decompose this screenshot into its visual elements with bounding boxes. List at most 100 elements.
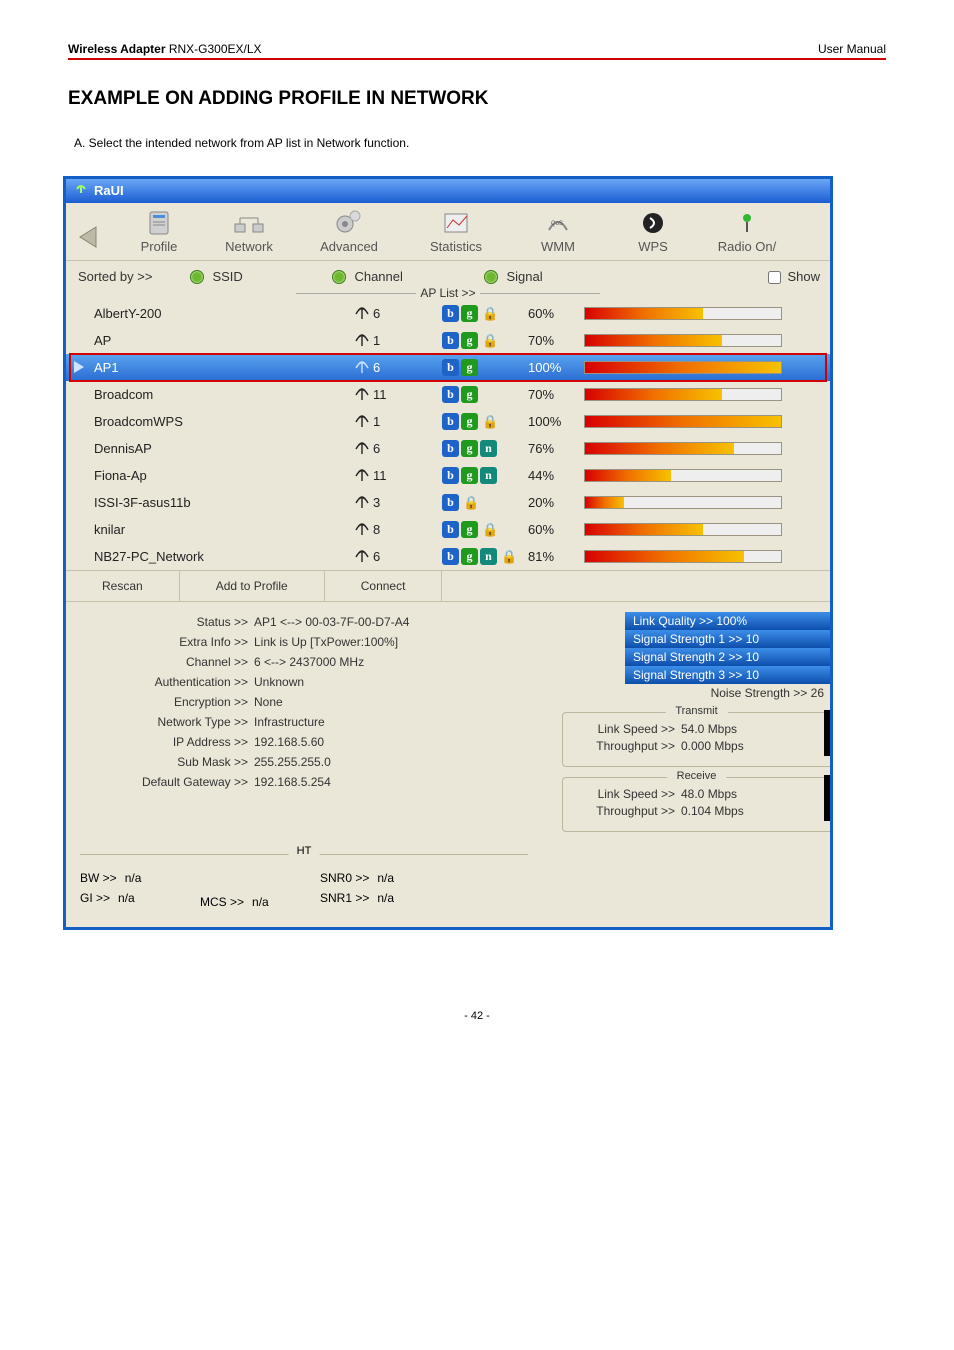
tab-wps-label: WPS	[638, 239, 668, 254]
ap-row[interactable]: Broadcom11bg70%	[66, 381, 830, 408]
status-value: 255.255.255.0	[254, 755, 331, 769]
status-key: Encryption >>	[66, 695, 254, 709]
ap-channel: 11	[354, 386, 442, 403]
mode-g-icon: g	[461, 521, 478, 538]
ap-signal-bar	[584, 523, 830, 536]
ap-signal-bar	[584, 334, 830, 347]
ap-signal-pct: 70%	[528, 333, 584, 348]
mode-b-icon: b	[442, 386, 459, 403]
ap-signal-bar	[584, 496, 830, 509]
ht-legend: HT	[289, 845, 320, 857]
quality-badge: Signal Strength 3 >> 10	[625, 666, 830, 684]
lock-icon: 🔒	[482, 306, 498, 322]
tx-throughput-label: Throughput >>	[571, 739, 681, 753]
app-icon	[74, 182, 88, 199]
ap-modes: b🔒	[442, 494, 528, 511]
ap-row[interactable]: Fiona-Ap11bgn44%	[66, 462, 830, 489]
ap-modes: bgn	[442, 440, 528, 457]
ap-signal-bar	[584, 469, 830, 482]
ap-row[interactable]: AP16bg100%	[66, 354, 830, 381]
status-key: Status >>	[66, 615, 254, 629]
tab-network[interactable]: Network	[204, 206, 294, 260]
sort-ssid-radio[interactable]	[190, 270, 204, 284]
ap-ssid: knilar	[94, 522, 354, 537]
rx-speed-value: 48.0 Mbps	[681, 787, 737, 801]
ht-gi-value: n/a	[118, 891, 135, 905]
header-right: User Manual	[818, 42, 886, 56]
mode-g-icon: g	[461, 467, 478, 484]
ht-mcs-value: n/a	[252, 895, 269, 909]
ap-list-header: AP List >>	[66, 286, 830, 300]
ap-row[interactable]: AlbertY-2006bg🔒60%	[66, 300, 830, 327]
sort-channel-radio[interactable]	[332, 270, 346, 284]
transmit-legend: Transmit	[665, 705, 727, 717]
receive-legend: Receive	[667, 770, 727, 782]
sort-row: Sorted by >> SSID Channel Signal Show	[66, 261, 830, 284]
tab-wmm[interactable]: QoS WMM	[508, 206, 608, 260]
quality-badge: Signal Strength 1 >> 10	[625, 630, 830, 648]
tx-throughput-value: 0.000 Mbps	[681, 739, 744, 753]
ap-signal-pct: 60%	[528, 522, 584, 537]
mode-n-icon: n	[480, 467, 497, 484]
status-left: Status >>AP1 <--> 00-03-7F-00-D7-A4Extra…	[66, 612, 554, 832]
add-to-profile-button[interactable]: Add to Profile	[180, 571, 325, 601]
ap-signal-pct: 70%	[528, 387, 584, 402]
page-number: - 42 -	[68, 1010, 886, 1022]
tab-radio[interactable]: Radio On/	[698, 206, 796, 260]
ap-channel: 1	[354, 332, 442, 349]
ap-ssid: ISSI-3F-asus11b	[94, 495, 354, 510]
status-value: 6 <--> 2437000 MHz	[254, 655, 364, 669]
rescan-button[interactable]: Rescan	[66, 571, 180, 601]
tab-wmm-label: WMM	[541, 239, 575, 254]
lock-icon: 🔒	[482, 522, 498, 538]
mode-b-icon: b	[442, 521, 459, 538]
tab-profile-label: Profile	[141, 239, 178, 254]
ap-row[interactable]: ISSI-3F-asus11b3b🔒20%	[66, 489, 830, 516]
back-button[interactable]	[66, 217, 114, 260]
tab-profile[interactable]: Profile	[114, 206, 204, 260]
show-checkbox[interactable]: Show	[768, 269, 820, 284]
ap-signal-bar	[584, 442, 830, 455]
section-title: EXAMPLE ON ADDING PROFILE IN NETWORK	[68, 88, 886, 110]
sort-signal-radio[interactable]	[484, 270, 498, 284]
titlebar-text: RaUI	[94, 183, 124, 198]
quality-badge: Signal Strength 2 >> 10	[625, 648, 830, 666]
connect-button[interactable]: Connect	[325, 571, 443, 601]
status-key: Network Type >>	[66, 715, 254, 729]
ap-row[interactable]: AP1bg🔒70%	[66, 327, 830, 354]
mode-b-icon: b	[442, 467, 459, 484]
lock-icon: 🔒	[482, 414, 498, 430]
doc-header: Wireless Adapter RNX-G300EX/LX User Manu…	[68, 42, 886, 60]
status-key: Channel >>	[66, 655, 254, 669]
tab-network-label: Network	[225, 239, 273, 254]
ap-row[interactable]: knilar8bg🔒60%	[66, 516, 830, 543]
ap-row[interactable]: BroadcomWPS1bg🔒100%	[66, 408, 830, 435]
ht-fieldset: HT BW >>n/a GI >>n/a MCS >>n/a SNR0 >>n/…	[80, 854, 528, 909]
status-key: IP Address >>	[66, 735, 254, 749]
mode-g-icon: g	[461, 548, 478, 565]
tab-statistics[interactable]: Statistics	[404, 206, 508, 260]
tab-advanced[interactable]: Advanced	[294, 204, 404, 260]
status-key: Authentication >>	[66, 675, 254, 689]
ap-ssid: BroadcomWPS	[94, 414, 354, 429]
ap-row[interactable]: NB27-PC_Network6bgn🔒81%	[66, 543, 830, 570]
sort-channel-label: Channel	[354, 269, 484, 284]
ap-signal-bar	[584, 388, 830, 401]
sort-signal-label: Signal	[506, 269, 542, 284]
ap-row[interactable]: DennisAP6bgn76%	[66, 435, 830, 462]
show-label: Show	[787, 269, 820, 284]
status-key: Extra Info >>	[66, 635, 254, 649]
mode-b-icon: b	[442, 332, 459, 349]
ap-modes: bg	[442, 359, 528, 376]
product-name: Wireless Adapter RNX-G300EX/LX	[68, 42, 262, 56]
status-value: None	[254, 695, 283, 709]
toolbar: Profile Network Advanced Statistics QoS …	[66, 203, 830, 261]
tab-wps[interactable]: WPS	[608, 206, 698, 260]
ap-signal-bar	[584, 361, 830, 374]
button-row: Rescan Add to Profile Connect	[66, 570, 830, 601]
mode-b-icon: b	[442, 548, 459, 565]
ap-signal-bar	[584, 550, 830, 563]
status-panel: Status >>AP1 <--> 00-03-7F-00-D7-A4Extra…	[66, 601, 830, 846]
rx-throughput-value: 0.104 Mbps	[681, 804, 744, 818]
lock-icon: 🔒	[463, 495, 479, 511]
